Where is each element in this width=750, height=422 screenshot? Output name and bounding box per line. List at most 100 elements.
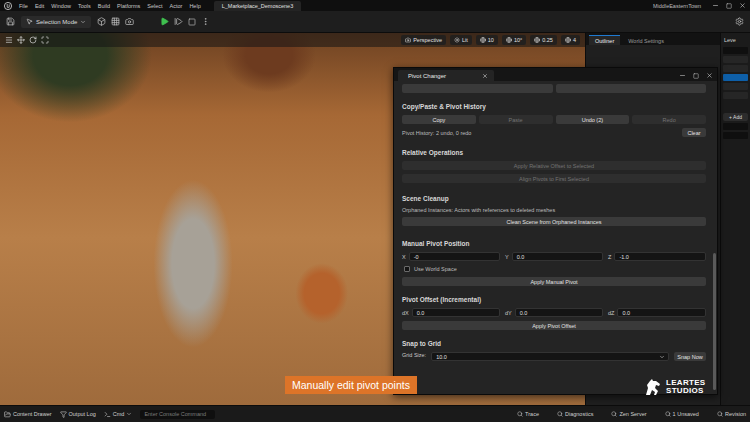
- field-input[interactable]: 0.0: [412, 308, 500, 317]
- mode-dropdown[interactable]: Selection Mode: [21, 16, 91, 28]
- clear-button[interactable]: Clear: [682, 128, 706, 137]
- play-icon[interactable]: [160, 17, 169, 26]
- status-button[interactable]: Content Drawer: [4, 411, 52, 418]
- status-button[interactable]: Output Log: [60, 411, 96, 418]
- snap-chip[interactable]: 4: [561, 35, 580, 45]
- tab-close-icon[interactable]: [482, 73, 488, 79]
- relative-button[interactable]: Align Pivots to First Selected: [402, 174, 706, 183]
- view-mode-dropdown[interactable]: Lit: [450, 35, 472, 45]
- window-title-bar: Pivot Changer: [394, 68, 717, 81]
- status-item[interactable]: Trace: [517, 411, 539, 417]
- history-section: Copy/Paste & Pivot HistoryCopyPasteUndo …: [402, 103, 706, 137]
- details-row[interactable]: [723, 56, 748, 63]
- scrollbar-thumb[interactable]: [713, 253, 716, 390]
- terminal-icon: [104, 411, 111, 418]
- cleanup-note: Orphaned Instances: Actors with referenc…: [402, 207, 706, 213]
- stop-icon[interactable]: [188, 18, 196, 26]
- status-item[interactable]: Revision: [717, 411, 746, 417]
- history-button[interactable]: Copy: [402, 115, 476, 124]
- maximize-icon[interactable]: [693, 73, 699, 79]
- console-input[interactable]: Enter Console Command: [140, 410, 215, 419]
- value-field[interactable]: [723, 123, 748, 130]
- cut-button[interactable]: [556, 84, 707, 93]
- status-item[interactable]: Zen Server: [611, 411, 646, 417]
- apply-offset-button[interactable]: Apply Pivot Offset: [402, 321, 706, 330]
- field-input[interactable]: 0.0: [512, 252, 603, 261]
- field-label: Z: [608, 254, 611, 260]
- clean-scene-button[interactable]: Clean Scene from Orphaned Instances: [402, 217, 706, 226]
- panel-tab[interactable]: World Settings: [622, 35, 670, 45]
- menu-item[interactable]: Tools: [78, 3, 91, 9]
- menu-bar: File Edit Window Tools Build Platforms Select A…: [0, 0, 750, 11]
- status-item[interactable]: 1 Unsaved: [665, 411, 699, 417]
- field-label: X: [402, 254, 406, 260]
- menu-item[interactable]: File: [19, 3, 28, 9]
- field-input[interactable]: 0.0: [617, 308, 706, 317]
- snap-chip[interactable]: 10: [476, 35, 498, 45]
- menu-item[interactable]: Help: [189, 3, 200, 9]
- scale-icon[interactable]: [41, 36, 49, 44]
- offset-fields: dX0.0dY0.0dZ0.0: [402, 308, 706, 317]
- snap-chip[interactable]: 0.25: [530, 35, 557, 45]
- position-field: X-0: [402, 252, 500, 261]
- history-button[interactable]: Undo (2): [556, 115, 630, 124]
- scrollbar[interactable]: [712, 81, 717, 394]
- details-row[interactable]: [723, 83, 748, 90]
- save-icon[interactable]: [6, 17, 15, 26]
- rotate-icon[interactable]: [29, 36, 37, 44]
- field-input[interactable]: -0: [409, 252, 500, 261]
- offset-section: Pivot Offset (Incremental)dX0.0dY0.0dZ0.…: [402, 296, 706, 330]
- level-tab[interactable]: L_Marketplace_Demoscene3: [214, 1, 302, 11]
- world-space-option[interactable]: Use World Space: [402, 265, 706, 273]
- status-item[interactable]: Diagnostics: [557, 411, 593, 417]
- chevron-down-icon: [659, 354, 665, 360]
- add-button[interactable]: + Add: [723, 113, 748, 121]
- relative-button[interactable]: Apply Relative Offset to Selected: [402, 161, 706, 170]
- add-actor-icon[interactable]: [97, 17, 106, 26]
- panel-tab[interactable]: Outliner: [589, 35, 620, 45]
- close-icon[interactable]: [706, 72, 713, 79]
- apply-manual-button[interactable]: Apply Manual Pivot: [402, 277, 706, 286]
- translate-icon[interactable]: [17, 36, 25, 44]
- menu-item[interactable]: Build: [98, 3, 110, 9]
- history-button[interactable]: Paste: [479, 115, 553, 124]
- history-button[interactable]: Redo: [632, 115, 706, 124]
- minimize-icon[interactable]: [679, 72, 686, 79]
- settings-icon[interactable]: [735, 17, 744, 26]
- section-heading: Relative Operations: [402, 149, 706, 157]
- details-row[interactable]: [723, 65, 748, 72]
- menu-item[interactable]: Edit: [35, 3, 44, 9]
- cmd-dropdown[interactable]: Cmd: [104, 411, 133, 418]
- menu-item[interactable]: Window: [51, 3, 71, 9]
- details-panel: Leve+ Add: [720, 33, 750, 405]
- menu-item[interactable]: Select: [147, 3, 162, 9]
- cinematics-icon[interactable]: [125, 17, 134, 26]
- close-icon[interactable]: [739, 2, 746, 9]
- details-row[interactable]: [723, 74, 748, 81]
- folder-icon: [4, 411, 11, 418]
- search-field[interactable]: [723, 47, 748, 54]
- value-field[interactable]: [723, 132, 748, 139]
- more-icon[interactable]: [201, 17, 210, 26]
- world-space-checkbox[interactable]: [404, 266, 410, 272]
- status-bar: Content Drawer Output Log Cmd Enter Console…: [0, 405, 750, 422]
- field-input[interactable]: 0.0: [515, 308, 603, 317]
- viewport-menu-icon[interactable]: [5, 36, 13, 44]
- snap-now-button[interactable]: Snap Now: [674, 352, 706, 361]
- snap-chip[interactable]: 10°: [502, 35, 526, 45]
- field-input[interactable]: -1.0: [614, 252, 706, 261]
- window-tab[interactable]: Pivot Changer: [398, 70, 494, 81]
- menu-item[interactable]: Platforms: [117, 3, 140, 9]
- details-row[interactable]: [723, 92, 748, 99]
- cut-button[interactable]: [402, 84, 553, 93]
- menu-item[interactable]: Actor: [170, 3, 183, 9]
- view-dropdown[interactable]: Perspective: [401, 35, 446, 45]
- grid-size-dropdown[interactable]: 10.0: [431, 352, 669, 361]
- unreal-logo-icon[interactable]: [4, 2, 12, 10]
- blueprint-icon[interactable]: [111, 17, 120, 26]
- camera-icon: [405, 37, 411, 43]
- minimize-icon[interactable]: [712, 2, 719, 9]
- history-buttons: CopyPasteUndo (2)Redo: [402, 115, 706, 124]
- step-forward-icon[interactable]: [174, 17, 183, 26]
- maximize-icon[interactable]: [726, 3, 732, 9]
